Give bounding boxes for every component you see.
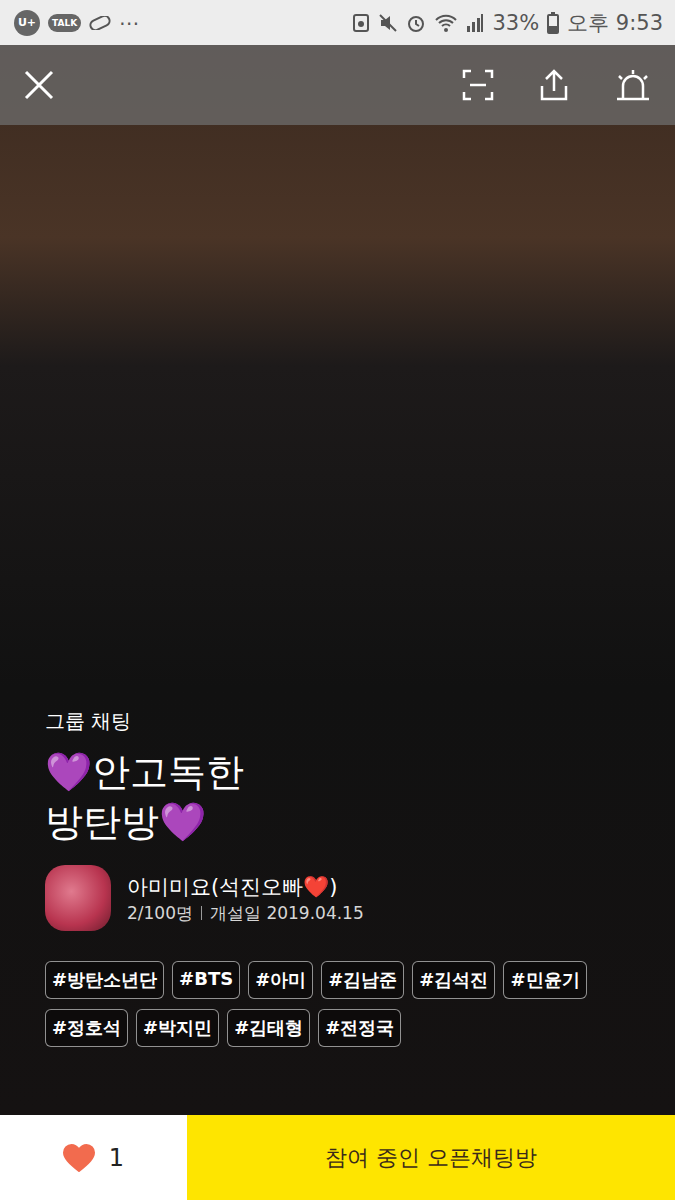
tag[interactable]: #방탄소년단 [45,961,164,999]
cover-photo: 그룹 채팅 💜안고독한방탄방💜 아미미요(석진오빠❤️)2/100명 개설일 2019… [0,45,675,1115]
battery-percent: 33% [492,11,539,35]
room-title: 💜안고독한방탄방💜 [45,747,630,847]
more-notifications: ⋯ [119,11,139,35]
meta-separator [201,906,202,920]
status-bar: U+ TALK ⋯ 33% 오후 9:53 [0,0,675,45]
member-count: 2/100명 [127,902,193,925]
like-count: 1 [109,1144,124,1172]
talk-badge-icon: TALK [48,14,81,32]
tag[interactable]: #민윤기 [503,961,586,999]
alarm-icon [406,13,426,33]
room-title-line: 💜안고독한 [45,747,630,797]
open-chat-preview: U+ TALK ⋯ 33% 오후 9:53 그룹 채팅 💜안고독한방탄방💜 아미미요(석진오빠… [0,0,675,1200]
room-info: 그룹 채팅 💜안고독한방탄방💜 아미미요(석진오빠❤️)2/100명 개설일 2019… [0,708,675,1115]
tag-list: #방탄소년단#BTS#아미#김남준#김석진#민윤기 #정호석#박지민#김태형#전정… [45,961,605,1047]
tag[interactable]: #김석진 [412,961,495,999]
clock: 오후 9:53 [567,9,663,37]
owner-row: 아미미요(석진오빠❤️)2/100명 개설일 2019.04.15 [45,865,630,931]
battery-icon [547,12,559,34]
carrier-icon: U+ [14,10,40,36]
tag[interactable]: #김남준 [321,961,404,999]
tag[interactable]: #정호석 [45,1009,128,1047]
wifi-icon [434,13,458,33]
scan-icon[interactable] [461,68,495,102]
room-type: 그룹 채팅 [45,708,630,735]
status-left: U+ TALK ⋯ [14,10,139,36]
room-title-line: 방탄방💜 [45,797,630,847]
tag[interactable]: #김태형 [227,1009,310,1047]
owner-text: 아미미요(석진오빠❤️)2/100명 개설일 2019.04.15 [127,872,364,925]
like-button[interactable]: 1 [0,1115,187,1200]
signal-icon [466,13,484,33]
share-icon[interactable] [537,68,571,102]
toolbar-actions [461,68,653,102]
created-date: 개설일 2019.04.15 [210,902,364,925]
tag[interactable]: #전정국 [318,1009,401,1047]
join-button[interactable]: 참여 중인 오픈채팅방 [187,1115,675,1200]
toolbar [0,45,675,125]
pill-icon [89,16,111,30]
owner-avatar [45,865,111,931]
tag[interactable]: #아미 [248,961,313,999]
report-siren-icon[interactable] [613,68,653,102]
room-meta: 2/100명 개설일 2019.04.15 [127,902,364,925]
heart-icon [63,1144,95,1172]
status-right: 33% 오후 9:53 [352,9,663,37]
mute-icon [378,13,398,33]
recycle-icon [352,13,370,33]
tag[interactable]: #BTS [172,961,240,999]
bottom-bar: 1 참여 중인 오픈채팅방 [0,1115,675,1200]
tag[interactable]: #박지민 [136,1009,219,1047]
close-icon[interactable] [22,68,56,102]
owner-name: 아미미요(석진오빠❤️) [127,872,364,902]
